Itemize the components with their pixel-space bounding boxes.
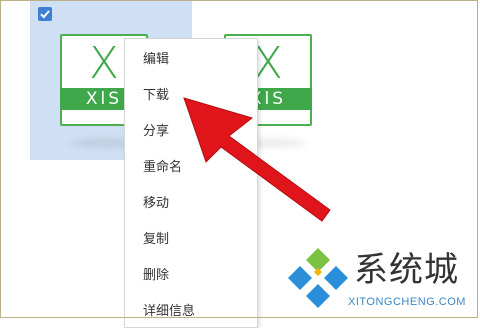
menu-item-delete[interactable]: 删除: [125, 261, 257, 291]
menu-item-move[interactable]: 移动: [125, 189, 257, 219]
menu-item-copy[interactable]: 复制: [125, 225, 257, 255]
menu-item-details[interactable]: 详细信息: [125, 297, 257, 327]
watermark-logo: 系统城 XITONGCHENG.COM: [286, 244, 476, 318]
context-menu: 编辑 下载 分享 重命名 移动 复制 删除 详细信息: [124, 38, 258, 328]
menu-item-rename[interactable]: 重命名: [125, 153, 257, 183]
watermark-name: 系统城: [354, 250, 459, 290]
checkmark-icon: [40, 10, 50, 19]
watermark-domain: XITONGCHENG.COM: [348, 296, 466, 308]
menu-item-edit[interactable]: 编辑: [125, 45, 257, 75]
xitongcheng-logo-icon: [288, 248, 348, 308]
menu-item-download[interactable]: 下载: [125, 81, 257, 111]
checkbox-checked[interactable]: [38, 7, 52, 21]
menu-item-share[interactable]: 分享: [125, 117, 257, 147]
